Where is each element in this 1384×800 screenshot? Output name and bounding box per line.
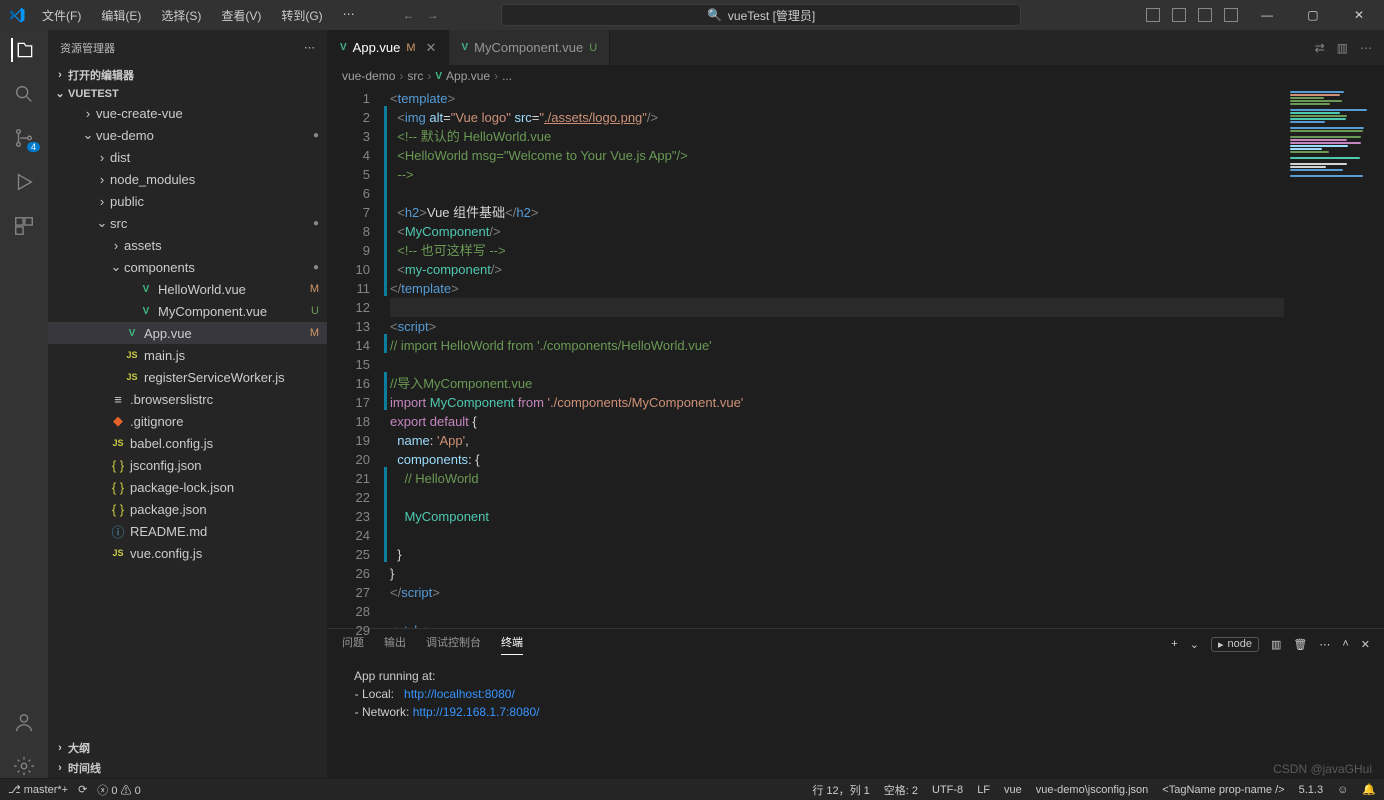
file-jsconfig.json[interactable]: { }jsconfig.json bbox=[48, 454, 327, 476]
scm-badge: 4 bbox=[27, 142, 40, 152]
folder-vue-create-vue[interactable]: ›vue-create-vue bbox=[48, 102, 327, 124]
bottom-panel: 问题 输出 调试控制台 终端 + ⌄ ▸node ▥ 🗑 ⋯ ˄ ✕ App r… bbox=[328, 628, 1384, 778]
menu-go[interactable]: 转到(G) bbox=[273, 3, 330, 28]
status-spaces[interactable]: 空格: 2 bbox=[884, 782, 918, 798]
menu-view[interactable]: 查看(V) bbox=[213, 3, 269, 28]
folder-components[interactable]: ⌄components● bbox=[48, 256, 327, 278]
vscode-logo-icon bbox=[8, 6, 26, 24]
search-icon: 🔍 bbox=[707, 8, 722, 22]
menu-file[interactable]: 文件(F) bbox=[34, 3, 89, 28]
layout-sidebar-left-icon[interactable] bbox=[1146, 8, 1160, 22]
terminal-new-icon[interactable]: + bbox=[1171, 638, 1177, 650]
section-timeline[interactable]: ›时间线 bbox=[48, 758, 327, 778]
folder-dist[interactable]: ›dist bbox=[48, 146, 327, 168]
line-numbers: 1234567891011121314151617181920212223242… bbox=[328, 87, 384, 628]
folder-src[interactable]: ⌄src● bbox=[48, 212, 327, 234]
minimap[interactable] bbox=[1284, 87, 1384, 628]
folder-public[interactable]: ›public bbox=[48, 190, 327, 212]
file-tree: ›vue-create-vue⌄vue-demo●›dist›node_modu… bbox=[48, 102, 327, 564]
status-feedback-icon[interactable]: ☺ bbox=[1337, 784, 1348, 796]
file-README.md[interactable]: ⓘREADME.md bbox=[48, 520, 327, 542]
explorer-sidebar: 资源管理器 ⋯ ›打开的编辑器 ⌄VUETEST ›vue-create-vue… bbox=[48, 30, 328, 778]
window-maximize-icon[interactable]: ▢ bbox=[1296, 8, 1330, 22]
panel-tab-debug[interactable]: 调试控制台 bbox=[426, 634, 481, 654]
status-language[interactable]: vue bbox=[1004, 784, 1022, 796]
status-problems[interactable]: ⓧ 0 ⚠ 0 bbox=[97, 782, 140, 798]
menu-edit[interactable]: 编辑(E) bbox=[93, 3, 149, 28]
file-HelloWorld.vue[interactable]: VHelloWorld.vueM bbox=[48, 278, 327, 300]
file-main.js[interactable]: JSmain.js bbox=[48, 344, 327, 366]
sidebar-title: 资源管理器 bbox=[60, 40, 115, 56]
status-branch[interactable]: ⎇ master*+ bbox=[8, 783, 68, 796]
code-editor[interactable]: <template> <img alt="Vue logo" src="./as… bbox=[390, 87, 1284, 628]
tab-close-icon[interactable]: ✕ bbox=[426, 40, 437, 56]
status-bell-icon[interactable]: 🔔 bbox=[1362, 783, 1376, 796]
menu-bar: 文件(F) 编辑(E) 选择(S) 查看(V) 转到(G) ⋯ bbox=[34, 3, 363, 28]
split-editor-icon[interactable]: ▥ bbox=[1337, 41, 1348, 55]
editor-tabs: VApp.vueM✕VMyComponent.vueU ⇄ ▥ ⋯ bbox=[328, 30, 1384, 65]
activity-run-debug-icon[interactable] bbox=[12, 170, 36, 194]
vue-file-icon: V bbox=[435, 71, 442, 82]
command-center-text: vueTest [管理员] bbox=[728, 7, 815, 24]
status-bar: ⎇ master*+ ⟳ ⓧ 0 ⚠ 0 行 12，列 1 空格: 2 UTF-… bbox=[0, 778, 1384, 800]
terminal-dropdown-icon[interactable]: ⌄ bbox=[1190, 638, 1199, 651]
section-open-editors[interactable]: ›打开的编辑器 bbox=[48, 65, 327, 85]
file-vue.config.js[interactable]: JSvue.config.js bbox=[48, 542, 327, 564]
folder-node_modules[interactable]: ›node_modules bbox=[48, 168, 327, 190]
status-encoding[interactable]: UTF-8 bbox=[932, 784, 963, 796]
tab-more-icon[interactable]: ⋯ bbox=[1360, 41, 1372, 55]
file-.browserslistrc[interactable]: ≡.browserslistrc bbox=[48, 388, 327, 410]
tab-MyComponent.vue[interactable]: VMyComponent.vueU bbox=[449, 30, 610, 65]
window-close-icon[interactable]: ✕ bbox=[1342, 8, 1376, 22]
activity-account-icon[interactable] bbox=[12, 710, 36, 734]
command-center[interactable]: 🔍 vueTest [管理员] bbox=[501, 4, 1021, 26]
terminal-output[interactable]: App running at: - Local: http://localhos… bbox=[328, 659, 1384, 778]
folder-assets[interactable]: ›assets bbox=[48, 234, 327, 256]
file-MyComponent.vue[interactable]: VMyComponent.vueU bbox=[48, 300, 327, 322]
status-tsconfig[interactable]: vue-demo\jsconfig.json bbox=[1036, 784, 1149, 796]
window-minimize-icon[interactable]: — bbox=[1250, 8, 1284, 22]
section-outline[interactable]: ›大纲 bbox=[48, 738, 327, 758]
layout-sidebar-right-icon[interactable] bbox=[1198, 8, 1212, 22]
status-sync-icon[interactable]: ⟳ bbox=[78, 783, 87, 796]
file-package.json[interactable]: { }package.json bbox=[48, 498, 327, 520]
breadcrumb[interactable]: vue-demo› src› V App.vue› ... bbox=[328, 65, 1384, 87]
compare-changes-icon[interactable]: ⇄ bbox=[1315, 41, 1325, 55]
panel-maximize-icon[interactable]: ˄ bbox=[1342, 638, 1348, 650]
status-cursor[interactable]: 行 12，列 1 bbox=[812, 782, 869, 798]
layout-customize-icon[interactable] bbox=[1224, 8, 1238, 22]
file-App.vue[interactable]: VApp.vueM bbox=[48, 322, 327, 344]
sidebar-more-icon[interactable]: ⋯ bbox=[304, 41, 315, 54]
terminal-kill-icon[interactable]: 🗑 bbox=[1293, 638, 1307, 651]
activity-extensions-icon[interactable] bbox=[12, 214, 36, 238]
nav-forward-icon[interactable]: → bbox=[427, 8, 439, 22]
file-registerServiceWorker.js[interactable]: JSregisterServiceWorker.js bbox=[48, 366, 327, 388]
activity-settings-icon[interactable] bbox=[12, 754, 36, 778]
terminal-profile[interactable]: ▸node bbox=[1211, 637, 1259, 652]
watermark: CSDN @javaGHui bbox=[1273, 762, 1372, 776]
tab-App.vue[interactable]: VApp.vueM✕ bbox=[328, 30, 449, 65]
panel-close-icon[interactable]: ✕ bbox=[1361, 638, 1370, 651]
section-project[interactable]: ⌄VUETEST bbox=[48, 85, 327, 102]
editor-area: VApp.vueM✕VMyComponent.vueU ⇄ ▥ ⋯ vue-de… bbox=[328, 30, 1384, 778]
status-tagname[interactable]: <TagName prop-name /> bbox=[1162, 784, 1284, 796]
status-version[interactable]: 5.1.3 bbox=[1299, 784, 1323, 796]
file-package-lock.json[interactable]: { }package-lock.json bbox=[48, 476, 327, 498]
activity-search-icon[interactable] bbox=[12, 82, 36, 106]
terminal-split-icon[interactable]: ▥ bbox=[1271, 638, 1281, 651]
nav-back-icon[interactable]: ← bbox=[403, 8, 415, 22]
layout-panel-icon[interactable] bbox=[1172, 8, 1186, 22]
file-babel.config.js[interactable]: JSbabel.config.js bbox=[48, 432, 327, 454]
menu-more-icon[interactable]: ⋯ bbox=[335, 3, 363, 28]
panel-tab-terminal[interactable]: 终端 bbox=[501, 634, 523, 655]
panel-more-icon[interactable]: ⋯ bbox=[1319, 638, 1330, 651]
activity-bar: 4 bbox=[0, 30, 48, 778]
folder-vue-demo[interactable]: ⌄vue-demo● bbox=[48, 124, 327, 146]
title-bar: 文件(F) 编辑(E) 选择(S) 查看(V) 转到(G) ⋯ ← → 🔍 vu… bbox=[0, 0, 1384, 30]
file-.gitignore[interactable]: ◆.gitignore bbox=[48, 410, 327, 432]
menu-selection[interactable]: 选择(S) bbox=[153, 3, 209, 28]
status-eol[interactable]: LF bbox=[977, 784, 990, 796]
activity-source-control-icon[interactable]: 4 bbox=[12, 126, 36, 150]
activity-explorer-icon[interactable] bbox=[11, 38, 35, 62]
